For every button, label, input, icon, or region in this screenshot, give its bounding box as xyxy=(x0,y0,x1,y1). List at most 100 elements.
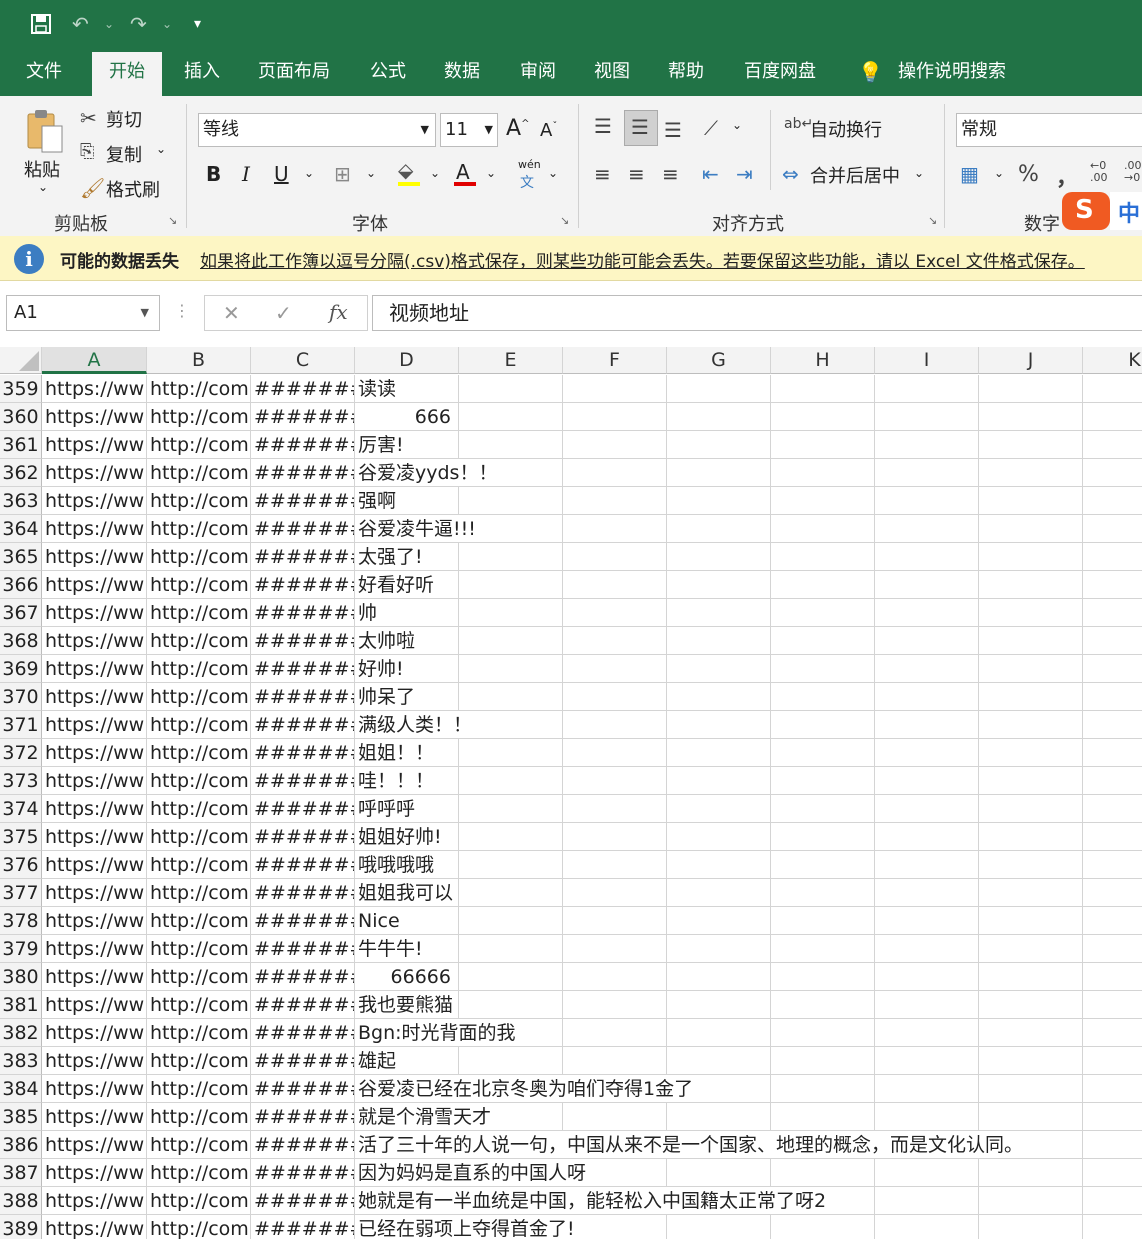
cell-a[interactable]: https://ww xyxy=(42,543,147,571)
row-header[interactable]: 362 xyxy=(0,459,42,487)
cell-b[interactable]: http://com xyxy=(147,1131,251,1159)
sogou-ime-logo[interactable]: S xyxy=(1062,192,1110,230)
chevron-down-icon[interactable]: ▼ xyxy=(485,114,493,146)
cell-a[interactable]: https://ww xyxy=(42,795,147,823)
cell-a[interactable]: https://ww xyxy=(42,907,147,935)
cell-d[interactable]: 好看好听 xyxy=(355,571,434,599)
underline-button[interactable]: U xyxy=(274,162,289,186)
name-box[interactable]: A1 ▼ xyxy=(6,295,160,331)
tab-file[interactable]: 文件 xyxy=(26,48,62,96)
column-header-j[interactable]: J xyxy=(979,347,1083,374)
row-header[interactable]: 378 xyxy=(0,907,42,935)
cell-a[interactable]: https://ww xyxy=(42,459,147,487)
cell-b[interactable]: http://com xyxy=(147,655,251,683)
column-header-b[interactable]: B xyxy=(147,347,251,374)
cell-d[interactable]: 牛牛牛! xyxy=(355,935,423,963)
cell-a[interactable]: https://ww xyxy=(42,487,147,515)
wrap-text-button[interactable]: 自动换行 xyxy=(810,116,882,142)
cell-c[interactable]: ####### xyxy=(251,403,355,431)
align-middle-icon[interactable]: ☰ xyxy=(624,110,658,146)
undo-icon[interactable]: ↶ xyxy=(72,0,89,48)
cell-c[interactable]: ####### xyxy=(251,823,355,851)
font-launcher-icon[interactable]: ↘ xyxy=(560,214,569,227)
increase-indent-icon[interactable]: ⇥ xyxy=(736,162,753,186)
phonetic-guide-bottom[interactable]: 文 xyxy=(520,172,534,192)
align-left-icon[interactable]: ≡ xyxy=(594,162,611,186)
cell-a[interactable]: https://ww xyxy=(42,1215,147,1239)
row-header[interactable]: 370 xyxy=(0,683,42,711)
cell-c[interactable]: ####### xyxy=(251,627,355,655)
copy-icon[interactable]: ⎘ xyxy=(80,140,94,164)
cell-d[interactable]: 雄起 xyxy=(355,1047,396,1075)
number-format-box[interactable]: 常规 xyxy=(956,113,1142,147)
column-header-h[interactable]: H xyxy=(771,347,875,374)
cell-c[interactable]: ####### xyxy=(251,1215,355,1239)
cell-c[interactable]: ####### xyxy=(251,1019,355,1047)
cell-d[interactable]: 满级人类！！ xyxy=(355,711,472,739)
cell-d[interactable]: 厉害! xyxy=(355,431,404,459)
row-header[interactable]: 385 xyxy=(0,1103,42,1131)
cell-c[interactable]: ####### xyxy=(251,1159,355,1187)
cell-a[interactable]: https://ww xyxy=(42,711,147,739)
merge-dropdown-icon[interactable]: ⌄ xyxy=(914,166,924,180)
clipboard-launcher-icon[interactable]: ↘ xyxy=(168,214,177,227)
cell-d[interactable]: 哇！！！ xyxy=(355,767,434,795)
merge-center-icon[interactable]: ⇔ xyxy=(782,162,799,186)
bold-button[interactable]: B xyxy=(206,162,221,186)
align-right-icon[interactable]: ≡ xyxy=(662,162,679,186)
format-painter-button[interactable]: 格式刷 xyxy=(106,176,160,202)
copy-dropdown-icon[interactable]: ⌄ xyxy=(156,142,166,156)
increase-font-size-icon[interactable]: A^ xyxy=(506,116,529,141)
undo-dropdown-icon[interactable]: ⌄ xyxy=(104,0,114,48)
cell-d[interactable]: 帅呆了 xyxy=(355,683,415,711)
cell-b[interactable]: http://com xyxy=(147,431,251,459)
accounting-dropdown-icon[interactable]: ⌄ xyxy=(994,166,1004,180)
cell-b[interactable]: http://com xyxy=(147,1187,251,1215)
cell-d[interactable]: 太帅啦 xyxy=(355,627,415,655)
cell-d[interactable]: 我也要熊猫 xyxy=(355,991,453,1019)
row-header[interactable]: 359 xyxy=(0,375,42,403)
paste-icon[interactable] xyxy=(24,108,64,153)
row-header[interactable]: 376 xyxy=(0,851,42,879)
cell-c[interactable]: ####### xyxy=(251,1047,355,1075)
align-top-icon[interactable]: ☰ xyxy=(594,114,612,138)
alignment-launcher-icon[interactable]: ↘ xyxy=(928,214,937,227)
row-header[interactable]: 380 xyxy=(0,963,42,991)
cell-a[interactable]: https://ww xyxy=(42,991,147,1019)
cell-b[interactable]: http://com xyxy=(147,1075,251,1103)
row-header[interactable]: 377 xyxy=(0,879,42,907)
align-center-icon[interactable]: ≡ xyxy=(628,162,645,186)
cell-c[interactable]: ####### xyxy=(251,739,355,767)
row-header[interactable]: 379 xyxy=(0,935,42,963)
row-header[interactable]: 365 xyxy=(0,543,42,571)
cell-d[interactable]: Nice xyxy=(355,907,400,935)
row-header[interactable]: 368 xyxy=(0,627,42,655)
cell-b[interactable]: http://com xyxy=(147,1103,251,1131)
enter-icon[interactable]: ✓ xyxy=(275,297,292,329)
cell-d[interactable]: 谷爱凌牛逼!!! xyxy=(355,515,476,543)
cell-b[interactable]: http://com xyxy=(147,683,251,711)
cell-c[interactable]: ####### xyxy=(251,1075,355,1103)
cell-d[interactable]: 读读 xyxy=(355,375,396,403)
row-header[interactable]: 366 xyxy=(0,571,42,599)
row-header[interactable]: 374 xyxy=(0,795,42,823)
cell-b[interactable]: http://com xyxy=(147,963,251,991)
lightbulb-icon[interactable]: 💡 xyxy=(858,48,883,96)
row-header[interactable]: 375 xyxy=(0,823,42,851)
row-header[interactable]: 364 xyxy=(0,515,42,543)
tab-data[interactable]: 数据 xyxy=(444,48,480,96)
column-header-k[interactable]: K xyxy=(1083,347,1142,374)
cell-a[interactable]: https://ww xyxy=(42,515,147,543)
cell-b[interactable]: http://com xyxy=(147,1215,251,1239)
cell-a[interactable]: https://ww xyxy=(42,1187,147,1215)
cell-d[interactable]: 姐姐！！ xyxy=(355,739,434,767)
font-size-box[interactable]: 11 ▼ xyxy=(440,113,498,147)
cell-d[interactable]: 好帅! xyxy=(355,655,404,683)
redo-icon[interactable]: ↷ xyxy=(130,0,147,48)
cell-a[interactable]: https://ww xyxy=(42,571,147,599)
column-header-f[interactable]: F xyxy=(563,347,667,374)
cell-a[interactable]: https://ww xyxy=(42,879,147,907)
paste-dropdown-icon[interactable]: ⌄ xyxy=(38,180,48,194)
wrap-text-icon[interactable]: ab↵ xyxy=(784,116,813,132)
column-header-d[interactable]: D xyxy=(355,347,459,374)
